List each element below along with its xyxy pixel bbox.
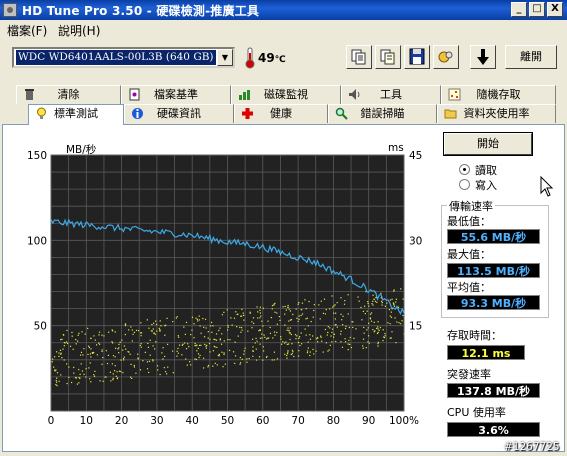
drive-select-value: WDC WD6401AALS-00L3B (640 GB) xyxy=(16,50,216,65)
read-radio[interactable] xyxy=(459,164,470,175)
tab-error-scan[interactable]: 錯誤掃瞄 xyxy=(328,104,437,123)
options-button[interactable] xyxy=(433,45,459,69)
copy-button[interactable] xyxy=(346,45,372,69)
cpu-usage-value: 3.6% xyxy=(447,422,540,437)
max-rate-value: 113.5 MB/秒 xyxy=(447,263,540,278)
tab-label: 資料夾使用率 xyxy=(463,107,530,120)
tab-drive-info[interactable]: 硬碟資訊 xyxy=(124,104,234,123)
burst-rate-label: 突發速率 xyxy=(447,368,491,381)
menu-help[interactable]: 說明(H) xyxy=(58,22,100,39)
drive-select[interactable]: WDC WD6401AALS-00L3B (640 GB) ▼ xyxy=(12,47,235,68)
thermometer-icon xyxy=(245,47,255,69)
tab-disk-monitor[interactable]: 磁碟監視 xyxy=(231,85,341,104)
tab-tools[interactable]: 工具 xyxy=(341,85,441,104)
menu-bar: 檔案(F) 說明(H) xyxy=(0,20,567,38)
write-radio[interactable] xyxy=(459,179,470,190)
arrow-down-icon xyxy=(477,49,489,65)
transfer-rate-title: 傳輸速率 xyxy=(447,198,495,214)
download-button[interactable] xyxy=(470,45,496,69)
tab-label: 清除 xyxy=(57,88,80,101)
temperature-unit: ℃ xyxy=(274,55,286,65)
access-time-value: 12.1 ms xyxy=(447,345,525,360)
title-bar: HD Tune Pro 3.50 - 硬碟檢測-推廣工具 _ □ X xyxy=(0,0,567,20)
tab-label: 隨機存取 xyxy=(476,88,521,101)
cpu-usage-label: CPU 使用率 xyxy=(447,406,506,419)
tab-file-benchmark[interactable]: 檔案基準 xyxy=(121,85,231,104)
y-left-unit-label: MB/秒 xyxy=(66,144,97,156)
temperature-value: 49 xyxy=(258,51,275,65)
floppy-disk-icon xyxy=(409,48,425,65)
write-radio-label: 寫入 xyxy=(475,179,497,192)
tab-label: 磁碟監視 xyxy=(264,88,308,101)
window-title: HD Tune Pro 3.50 - 硬碟檢測-推廣工具 xyxy=(22,4,260,18)
menu-file[interactable]: 檔案(F) xyxy=(7,22,47,39)
min-rate-value: 55.6 MB/秒 xyxy=(447,229,540,244)
tab-health[interactable]: 健康 xyxy=(234,104,328,123)
copy-all-button[interactable] xyxy=(375,45,401,69)
chevron-down-icon[interactable]: ▼ xyxy=(217,49,233,66)
watermark-text: #1267725 xyxy=(504,441,560,453)
burst-rate-value: 137.8 MB/秒 xyxy=(447,383,540,398)
minimize-button[interactable]: _ xyxy=(511,2,527,17)
max-rate-label: 最大值： xyxy=(447,248,491,261)
copy-all-icon xyxy=(380,49,395,65)
exit-button[interactable]: 離開 xyxy=(505,45,557,69)
tab-label: 檔案基準 xyxy=(154,88,198,101)
avg-rate-label: 平均值： xyxy=(447,281,491,294)
save-button[interactable] xyxy=(404,45,430,69)
tab-erase[interactable]: 清除 xyxy=(16,85,121,104)
copy-icon xyxy=(351,49,366,65)
tab-label: 錯誤掃瞄 xyxy=(360,107,405,120)
avg-rate-value: 93.3 MB/秒 xyxy=(447,295,540,310)
mouse-cursor-icon xyxy=(540,176,554,197)
tab-label: 工具 xyxy=(380,88,402,101)
tab-label: 硬碟資訊 xyxy=(157,107,201,120)
tab-benchmark[interactable]: 標準測試 xyxy=(28,104,124,125)
y-right-unit-label: ms xyxy=(388,142,404,154)
close-button[interactable]: X xyxy=(547,2,563,17)
tab-label: 標準測試 xyxy=(54,107,98,120)
tab-label: 健康 xyxy=(270,107,292,120)
app-icon xyxy=(3,3,17,17)
options-icon xyxy=(438,51,453,63)
read-radio-label: 讀取 xyxy=(475,164,497,177)
temperature-readout: 49℃ xyxy=(258,51,286,65)
tab-random-access[interactable]: 隨機存取 xyxy=(441,85,556,104)
access-time-label: 存取時間： xyxy=(447,329,502,342)
maximize-button[interactable]: □ xyxy=(529,2,545,17)
tab-folder-usage[interactable]: 資料夾使用率 xyxy=(437,104,556,123)
min-rate-label: 最低值： xyxy=(447,215,491,228)
start-button[interactable]: 開始 xyxy=(443,132,533,156)
